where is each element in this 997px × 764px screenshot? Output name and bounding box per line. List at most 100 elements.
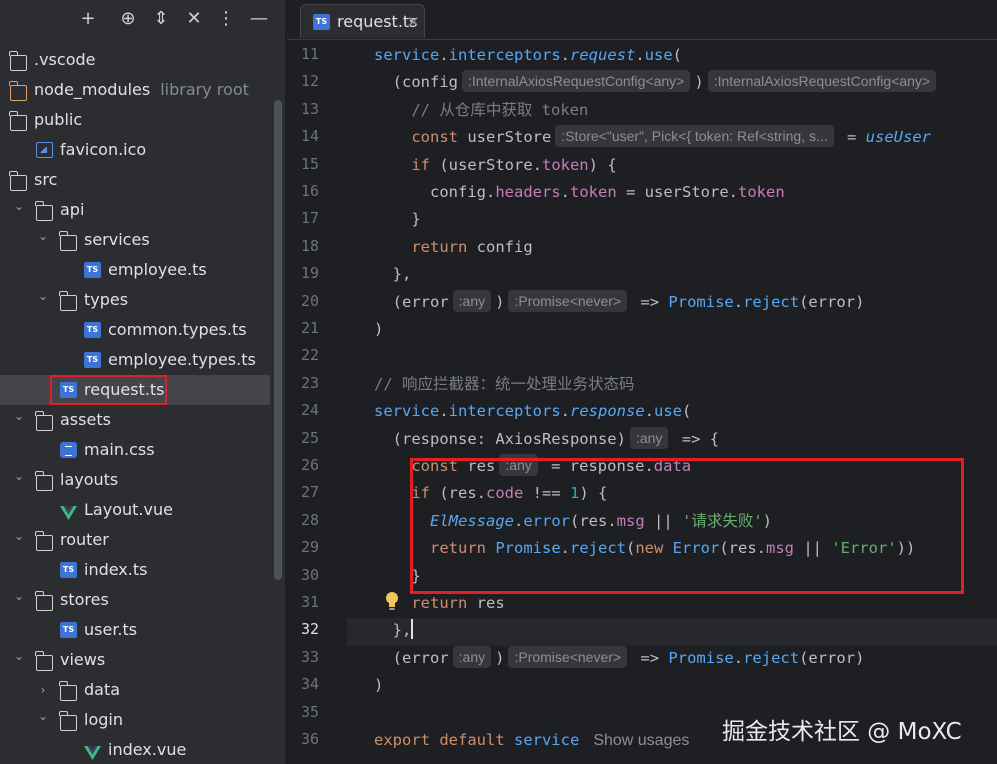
tab-request-ts[interactable]: TS request.ts ✕ [300, 4, 425, 38]
code-token: service [374, 402, 440, 421]
code-line[interactable]: service.interceptors.request.use( [374, 41, 682, 69]
code-line[interactable]: ) [374, 671, 383, 699]
text-caret [411, 619, 414, 640]
code-token: userStore [467, 128, 552, 147]
tree-item[interactable]: ⌄ assets [0, 405, 285, 435]
inlay-type-hint[interactable]: :Promise<never> [508, 645, 628, 668]
tree-item-name: favicon.ico [60, 140, 147, 159]
chevron-down-icon[interactable]: ⌄ [12, 581, 26, 611]
ts-file-icon: TS [60, 622, 77, 638]
tree-item[interactable]: ⌄ services [0, 225, 285, 255]
code-token: (error [374, 648, 449, 667]
code-line[interactable]: (response: AxiosResponse):any => { [374, 425, 719, 453]
tree-item[interactable]: node_modules library root [0, 75, 285, 105]
code-line[interactable]: // 响应拦截器：统一处理业务状态码 [374, 370, 635, 398]
sidebar-scrollbar[interactable] [274, 100, 282, 580]
code-token: ) [762, 511, 773, 530]
code-line[interactable]: service.interceptors.response.use( [374, 397, 691, 425]
line-number: 35 [300, 702, 319, 721]
code-editor[interactable]: service.interceptors.request.use( (confi… [374, 40, 997, 764]
tree-item-label: .vscode [34, 45, 95, 75]
code-token: . [635, 46, 645, 64]
code-line[interactable]: export default service Show usages [374, 726, 689, 754]
code-line[interactable]: // 从仓库中获取 token [374, 96, 588, 124]
expand-all-icon[interactable]: ⇕ [148, 6, 174, 32]
code-token: token [738, 183, 785, 201]
inlay-type-hint[interactable]: :any [499, 454, 538, 476]
tree-item[interactable]: ⌄ login [0, 705, 285, 735]
inlay-type-hint[interactable]: :any [452, 289, 492, 312]
inlay-type-hint[interactable]: :any [629, 426, 669, 449]
code-line[interactable]: return config [374, 233, 532, 261]
tree-item[interactable]: ⌄ views [0, 645, 285, 675]
tree-item[interactable]: ⌄ stores [0, 585, 285, 615]
code-line[interactable]: ) [374, 315, 383, 343]
code-line[interactable]: (error:any):Promise<never> => Promise.re… [374, 644, 864, 672]
tree-item[interactable]: favicon.ico [0, 135, 285, 165]
line-number: 26 [300, 456, 319, 474]
tree-item[interactable]: src [0, 165, 285, 195]
chevron-down-icon[interactable]: ⌄ [12, 461, 26, 491]
code-token: config. [374, 183, 496, 201]
tree-item[interactable]: Layout.vue [0, 495, 285, 525]
chevron-down-icon[interactable]: ⌄ [36, 281, 50, 311]
code-line[interactable]: const res:any = response.data [374, 452, 691, 480]
code-line[interactable]: }, [374, 616, 414, 644]
chevron-down-icon[interactable]: ⌄ [36, 221, 50, 251]
code-line[interactable]: } [374, 205, 420, 233]
code-token: '请求失败' [682, 511, 763, 530]
chevron-down-icon[interactable]: ⌄ [36, 701, 50, 731]
tree-item-name: router [60, 530, 109, 549]
code-line[interactable]: (error:any):Promise<never> => Promise.re… [374, 288, 864, 316]
tree-item[interactable]: TS request.ts [0, 375, 270, 405]
tree-item[interactable]: TS index.ts [0, 555, 285, 585]
line-number: 12 [300, 72, 319, 91]
tree-item[interactable]: ⌄ layouts [0, 465, 285, 495]
inlay-type-hint[interactable]: :Store<"user", Pick<{ token: Ref<string,… [555, 125, 834, 148]
locate-icon[interactable]: ⊕ [115, 6, 141, 32]
code-line[interactable]: (config:InternalAxiosRequestConfig<any>)… [374, 68, 940, 96]
tree-item[interactable]: index.vue [0, 735, 285, 764]
lightbulb-icon[interactable] [385, 591, 399, 611]
inlay-type-hint[interactable]: :InternalAxiosRequestConfig<any> [462, 70, 691, 93]
code-line[interactable]: if (userStore.token) { [374, 151, 616, 179]
code-token: . [644, 402, 654, 421]
code-token: if [374, 484, 440, 503]
line-number: 29 [300, 538, 319, 557]
folder-icon [59, 681, 77, 701]
tree-item-name: public [34, 110, 83, 129]
code-token: || [644, 511, 682, 530]
code-line[interactable]: if (res.code !== 1) { [374, 479, 607, 507]
code-line[interactable]: ElMessage.error(res.msg || '请求失败') [374, 507, 772, 535]
code-line[interactable]: const userStore:Store<"user", Pick<{ tok… [374, 123, 931, 151]
collapse-all-icon[interactable]: ✕ [181, 6, 207, 32]
code-token: . [560, 183, 570, 201]
tree-item[interactable]: ⌄ types [0, 285, 285, 315]
chevron-down-icon[interactable]: ⌄ [12, 191, 26, 221]
tree-item[interactable]: TS user.ts [0, 615, 285, 645]
tree-item-name: views [60, 650, 106, 669]
code-line[interactable]: return Promise.reject(new Error(res.msg … [374, 534, 915, 562]
tree-item[interactable]: TS employee.types.ts [0, 345, 285, 375]
more-options-icon[interactable]: ⋮ [213, 6, 239, 32]
tree-item[interactable]: .vscode [0, 45, 285, 75]
show-usages-link[interactable]: Show usages [593, 732, 689, 749]
image-file-icon [36, 142, 53, 158]
chevron-down-icon[interactable]: ⌄ [12, 641, 26, 671]
inlay-type-hint[interactable]: :Promise<never> [508, 289, 628, 312]
code-line[interactable]: }, [374, 260, 412, 288]
tree-item[interactable]: TS common.types.ts [0, 315, 285, 345]
close-icon[interactable]: ✕ [407, 5, 420, 39]
tree-item-label: employee.ts [108, 255, 207, 285]
code-line[interactable]: config.headers.token = userStore.token [374, 178, 785, 206]
add-icon[interactable]: + [75, 6, 101, 32]
chevron-down-icon[interactable]: ⌄ [12, 401, 26, 431]
hide-icon[interactable]: — [246, 6, 272, 32]
inlay-type-hint[interactable]: :InternalAxiosRequestConfig<any> [707, 70, 937, 93]
inlay-type-hint[interactable]: :any [452, 645, 492, 668]
tree-item[interactable]: public [0, 105, 285, 135]
code-line[interactable]: } [374, 562, 420, 590]
tree-item[interactable]: ⌄ router [0, 525, 285, 555]
chevron-down-icon[interactable]: ⌄ [12, 521, 26, 551]
tree-item[interactable]: main.css [0, 435, 285, 465]
